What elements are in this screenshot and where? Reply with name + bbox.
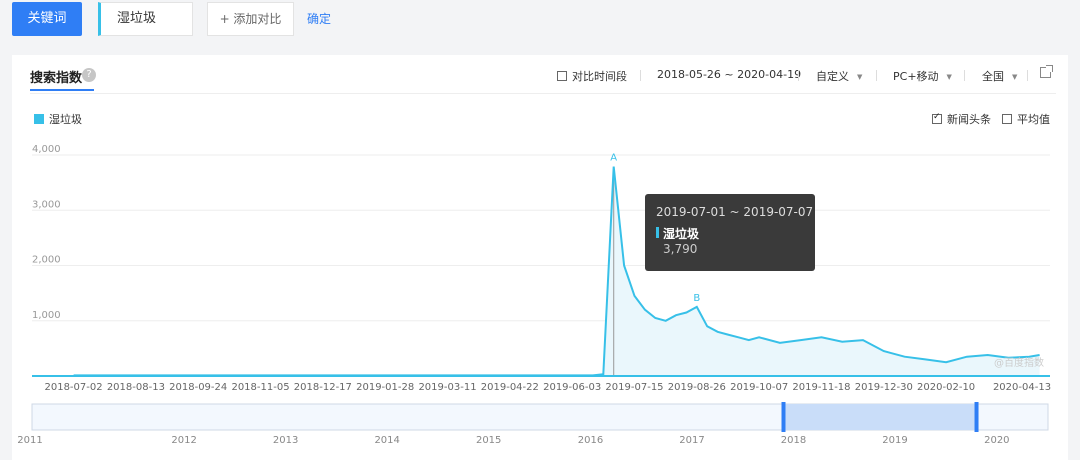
y-tick-label: 2,000	[32, 255, 61, 266]
watermark: @百度指数	[994, 356, 1044, 369]
series-line	[73, 166, 1040, 377]
x-tick-label: 2019-08-26	[668, 382, 726, 393]
overview-selection[interactable]	[783, 404, 977, 430]
overview-year-label: 2016	[578, 435, 603, 446]
y-tick-label: 1,000	[32, 310, 61, 321]
x-tick-label: 2020-04-13	[993, 382, 1051, 393]
x-tick-label: 2020-02-10	[917, 382, 975, 393]
tooltip-series-marker	[656, 227, 659, 238]
y-axis-labels: 4,000 3,000 2,000 1,000	[32, 144, 61, 321]
tooltip-value: 3,790	[663, 242, 698, 256]
x-tick-label: 2018-08-13	[107, 382, 165, 393]
tooltip: 2019-07-01 ~ 2019-07-07 湿垃圾 3,790	[645, 194, 815, 271]
overview-handle-right[interactable]	[974, 402, 979, 432]
overview-year-label: 2017	[679, 435, 704, 446]
x-tick-label: 2018-07-02	[44, 382, 102, 393]
x-tick-label: 2019-10-07	[730, 382, 788, 393]
annotation-b: B	[693, 293, 700, 304]
overview-year-label: 2011	[17, 435, 42, 446]
x-tick-label: 2019-04-22	[481, 382, 539, 393]
x-tick-label: 2019-11-18	[792, 382, 850, 393]
x-tick-label: 2019-12-30	[855, 382, 913, 393]
x-tick-label: 2019-03-11	[418, 382, 476, 393]
x-tick-label: 2019-07-15	[605, 382, 663, 393]
annotation-a: A	[610, 153, 617, 164]
x-tick-label: 2018-12-17	[294, 382, 352, 393]
overview-year-label: 2014	[374, 435, 399, 446]
overview-year-label: 2018	[781, 435, 806, 446]
x-tick-label: 2019-01-28	[356, 382, 414, 393]
overview-year-label: 2012	[171, 435, 196, 446]
x-axis-labels: 2018-07-02 2018-08-13 2018-09-24 2018-11-05…	[44, 382, 1051, 393]
series-area	[73, 166, 1040, 376]
overview-year-label: 2020	[984, 435, 1009, 446]
overview-year-label: 2019	[882, 435, 907, 446]
overview-year-label: 2015	[476, 435, 501, 446]
y-tick-label: 3,000	[32, 199, 61, 210]
x-tick-label: 2018-09-24	[169, 382, 227, 393]
trend-chart[interactable]: 4,0003,0002,0001,000 AB 2018-07-02 2018-0…	[0, 0, 1080, 460]
overview-handle-left[interactable]	[781, 402, 786, 432]
x-tick-label: 2019-06-03	[543, 382, 601, 393]
y-tick-label: 4,000	[32, 144, 61, 155]
gridlines	[32, 154, 1050, 322]
tooltip-date: 2019-07-01 ~ 2019-07-07	[656, 205, 814, 219]
x-tick-label: 2018-11-05	[231, 382, 289, 393]
tooltip-series-name: 湿垃圾	[663, 227, 700, 241]
overview-year-labels: 2011 2012 2013 2014 2015 2016 2017 2018 2019 2020	[17, 435, 1009, 446]
overview-year-label: 2013	[273, 435, 298, 446]
